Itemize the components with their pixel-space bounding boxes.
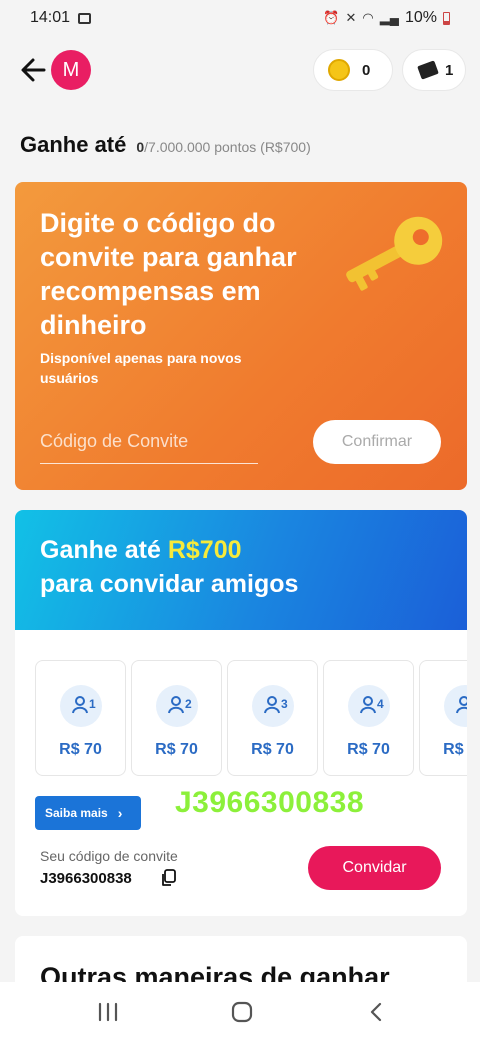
reward-amount: R$ 70 (347, 741, 390, 758)
person-icon (264, 696, 280, 714)
refer-friends-card: Ganhe até R$700 para convidar amigos 1 R… (15, 510, 467, 916)
reward-tile: 1 R$ 70 (35, 660, 126, 776)
refer-headline-amount: R$700 (167, 536, 242, 564)
friend-level-icon: 2 (156, 685, 198, 727)
friend-level-number: 1 (89, 697, 96, 711)
alarm-icon: ⏰ (323, 10, 340, 25)
learn-more-button[interactable]: Saiba mais › (35, 796, 141, 830)
screen: 14:01 ⏰ ✕ ◠ ▂▄ 10% M 0 1 Ganhe até 0/7.0… (0, 0, 480, 1042)
friend-level-number: 3 (281, 697, 288, 711)
page-title-row: Ganhe até 0/7.000.000 pontos (R$700) (20, 132, 311, 158)
back-button[interactable] (18, 52, 50, 88)
wifi-icon: ◠ (362, 10, 374, 25)
invite-button[interactable]: Convidar (308, 846, 441, 890)
mute-icon: ✕ (345, 10, 357, 25)
tickets-balance-button[interactable]: 1 (402, 49, 466, 91)
copy-icon[interactable] (160, 869, 176, 887)
person-icon (168, 696, 184, 714)
system-nav-bar (0, 982, 480, 1042)
points-current: 0 (136, 139, 145, 155)
learn-more-label: Saiba mais (45, 806, 108, 820)
back-nav-button[interactable] (356, 998, 396, 1026)
recents-button[interactable] (88, 998, 128, 1026)
gallery-notification-icon (78, 12, 92, 24)
avatar[interactable]: M (51, 50, 91, 90)
battery-percent: 10% (404, 9, 437, 26)
points-total: /7.000.000 pontos (R$700) (144, 139, 311, 155)
tickets-count: 1 (445, 61, 454, 79)
reward-tile: 4 R$ 70 (323, 660, 414, 776)
friend-level-icon: 1 (60, 685, 102, 727)
home-icon (231, 1001, 253, 1023)
invite-code-label: Seu código de convite (40, 848, 178, 864)
reward-tile: 2 R$ 70 (131, 660, 222, 776)
reward-amount: R$ 70 (155, 741, 198, 758)
battery-icon (443, 11, 450, 25)
person-icon (72, 696, 88, 714)
reward-amount: R$ 70 (59, 741, 102, 758)
back-icon (370, 1002, 382, 1022)
friend-level-icon: 3 (252, 685, 294, 727)
key-icon (346, 216, 443, 291)
friend-level-number: 4 (377, 697, 384, 711)
person-icon (360, 696, 376, 714)
confirm-button[interactable]: Confirmar (313, 420, 441, 464)
refer-headline: Ganhe até R$700 (40, 536, 242, 565)
invite-code-heading: Digite o código do convite para ganhar r… (40, 208, 297, 340)
chevron-right-icon: › (117, 805, 123, 821)
invite-code-card: Digite o código do convite para ganhar r… (15, 182, 467, 490)
refer-subheadline: para convidar amigos (40, 570, 299, 598)
points-progress: 0/7.000.000 pontos (R$700) (136, 139, 310, 155)
header: M 0 1 (0, 44, 480, 96)
signal-icon: ▂▄ (379, 10, 399, 25)
friend-level-number: 2 (185, 697, 192, 711)
reward-tile: 3 R$ 70 (227, 660, 318, 776)
reward-amount: R$ 70 (443, 741, 467, 758)
reward-tile: 5 R$ 70 (419, 660, 467, 776)
refer-headline-prefix: Ganhe até (40, 536, 168, 564)
status-icons: ⏰ ✕ ◠ ▂▄ 10% (323, 9, 450, 27)
invite-code-input[interactable] (40, 420, 258, 464)
friend-level-icon: 4 (348, 685, 390, 727)
coin-icon (328, 59, 350, 81)
reward-tiles[interactable]: 1 R$ 70 2 R$ 70 3 R$ 70 4 R$ 70 R$ (35, 660, 467, 778)
status-bar: 14:01 ⏰ ✕ ◠ ▂▄ 10% (0, 0, 480, 36)
recents-icon (98, 1002, 118, 1022)
invite-code-value: J3966300838 (40, 870, 132, 887)
back-arrow-icon (21, 58, 46, 82)
page-title: Ganhe até (20, 132, 127, 157)
coins-balance-button[interactable]: 0 (313, 49, 393, 91)
refer-banner: Ganhe até R$700 para convidar amigos (15, 510, 467, 630)
reward-amount: R$ 70 (251, 741, 294, 758)
coins-count: 0 (362, 61, 371, 79)
friend-level-icon: 5 (444, 685, 467, 727)
ticket-icon (417, 60, 439, 80)
person-icon (456, 696, 467, 714)
home-button[interactable] (222, 998, 262, 1026)
status-time: 14:01 (30, 9, 71, 26)
watermark-code: J3966300838 (175, 786, 365, 819)
invite-code-subtext: Disponível apenas para novos usuários (40, 350, 242, 386)
